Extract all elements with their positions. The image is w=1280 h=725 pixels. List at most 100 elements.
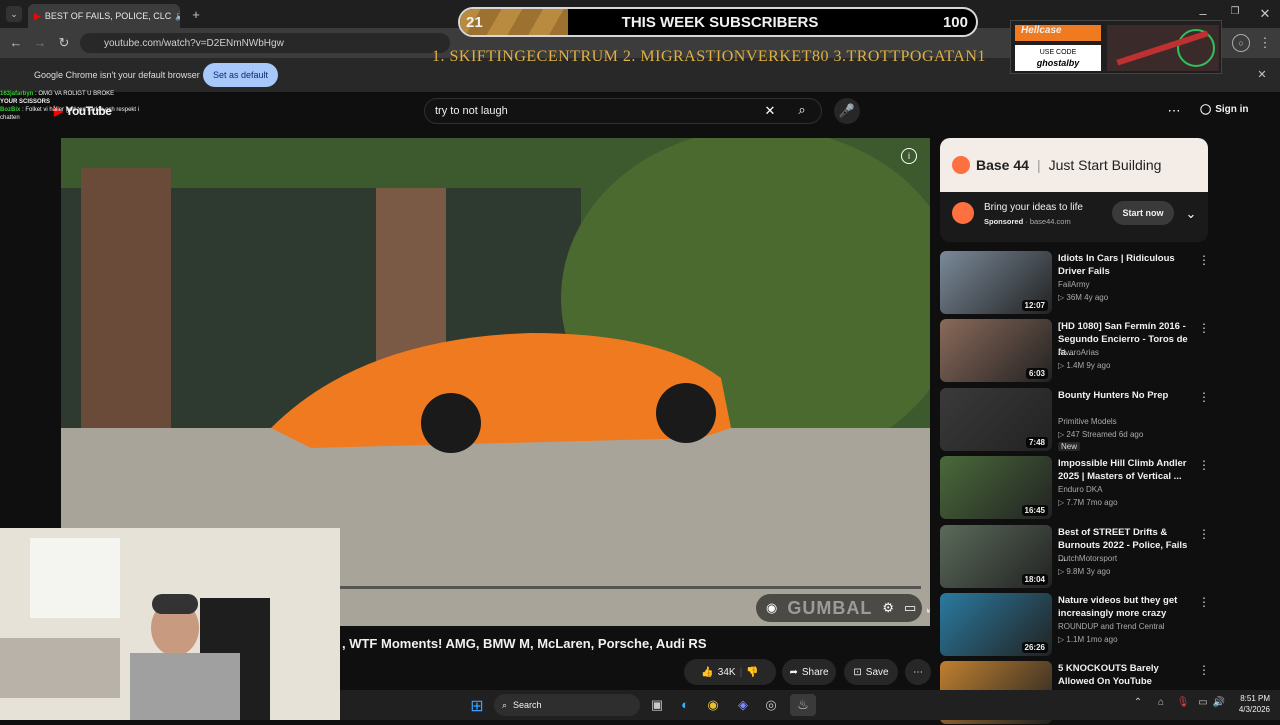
- webcam-overlay: [0, 528, 340, 720]
- channel-name[interactable]: Enduro DKA: [1058, 485, 1102, 494]
- video-thumbnail[interactable]: 18:04: [940, 525, 1052, 588]
- ad-expand-icon[interactable]: ⌄: [1184, 206, 1198, 222]
- dislike-icon[interactable]: 👎: [746, 667, 758, 678]
- clock[interactable]: 8:51 PM 4/3/2026: [1230, 693, 1270, 715]
- tab-audio-icon[interactable]: 🔊: [175, 11, 180, 22]
- video-title: , WTF Moments! AMG, BMW M, McLaren, Pors…: [342, 636, 707, 651]
- subscriber-goal-bar: 21 THIS WEEK SUBSCRIBERS 100: [458, 7, 978, 37]
- settings-gear-icon[interactable]: ⚙: [882, 600, 894, 616]
- new-badge: New: [1058, 442, 1081, 451]
- rifle-skin-image: [1107, 25, 1219, 71]
- tab-search-button[interactable]: ⌄: [6, 6, 22, 22]
- more-options-icon[interactable]: ⋮: [1198, 595, 1210, 609]
- infobar-close-icon[interactable]: ✕: [1256, 68, 1268, 81]
- more-options-icon[interactable]: ⋮: [1198, 458, 1210, 472]
- subscriber-goal-target: 100: [942, 14, 968, 31]
- recommended-video[interactable]: 12:07 Idiots In Cars | Ridiculous Driver …: [940, 251, 1270, 315]
- settings-dots-icon[interactable]: ⋯: [1166, 103, 1182, 119]
- start-now-button[interactable]: Start now: [1112, 201, 1174, 225]
- more-options-icon[interactable]: ⋮: [1198, 253, 1210, 267]
- taskbar-search[interactable]: ⌕ Search: [494, 694, 640, 716]
- more-actions-button[interactable]: ⋯: [905, 659, 931, 685]
- discord-icon[interactable]: ◈: [736, 697, 750, 713]
- share-label: Share: [801, 666, 829, 678]
- autoplay-toggle-icon[interactable]: ◉: [766, 600, 777, 616]
- promo-code: ghostalby: [1036, 58, 1080, 68]
- display-icon[interactable]: ▭: [1196, 697, 1210, 708]
- tab-title: BEST OF FAILS, POLICE, CLC: [44, 11, 172, 21]
- back-icon[interactable]: ←: [8, 35, 24, 50]
- forward-icon[interactable]: →: [32, 35, 48, 50]
- use-code-label: USE CODE: [1039, 49, 1077, 56]
- menu-icon[interactable]: ⋮: [1258, 35, 1272, 51]
- more-options-icon[interactable]: ⋮: [1198, 390, 1210, 404]
- recommended-video[interactable]: 7:48 Bounty Hunters No Prep Primitive Mode…: [940, 388, 1270, 452]
- chrome-icon[interactable]: ◉: [706, 697, 720, 713]
- miniplayer-icon[interactable]: ▭: [904, 600, 916, 616]
- address-bar[interactable]: youtube.com/watch?v=D2ENmNWbHgw: [80, 33, 450, 53]
- sponsored-ad[interactable]: Base 44 | Just Start Building Bring your…: [940, 138, 1208, 242]
- recommended-video[interactable]: 26:26 Nature videos but they get increasi…: [940, 593, 1270, 657]
- edge-icon[interactable]: ◐: [678, 697, 692, 712]
- more-options-icon[interactable]: ⋮: [1198, 527, 1210, 541]
- channel-name[interactable]: FailArmy: [1058, 280, 1090, 289]
- minimize-button[interactable]: –: [1196, 6, 1210, 21]
- channel-name[interactable]: ÁlvaroArias: [1058, 348, 1099, 357]
- recommended-video-title[interactable]: Idiots In Cars | Ridiculous Driver Fails: [1058, 252, 1188, 278]
- channel-name[interactable]: Primitive Models: [1058, 417, 1117, 426]
- video-meta: ▷ 247 Streamed 6d ago: [1058, 430, 1144, 439]
- clear-search-icon[interactable]: ✕: [762, 103, 778, 119]
- steam-icon[interactable]: ♨: [790, 694, 816, 716]
- obs-icon[interactable]: ◎: [764, 697, 778, 713]
- tray-overflow-icon[interactable]: ⌃: [1132, 697, 1144, 708]
- video-thumbnail[interactable]: 6:03: [940, 319, 1052, 382]
- video-duration: 26:26: [1021, 642, 1048, 653]
- more-options-icon[interactable]: ⋮: [1198, 321, 1210, 335]
- video-thumbnail[interactable]: 26:26: [940, 593, 1052, 656]
- video-thumbnail[interactable]: 12:07: [940, 251, 1052, 314]
- recommended-video-title[interactable]: 5 KNOCKOUTS Barely Allowed On YouTube: [1058, 662, 1188, 688]
- recommended-video-title[interactable]: Bounty Hunters No Prep: [1058, 389, 1188, 402]
- profile-icon[interactable]: ○: [1232, 34, 1250, 52]
- recommended-video[interactable]: 16:45 Impossible Hill Climb Andler 2025 |…: [940, 456, 1270, 520]
- recommended-video[interactable]: 6:03 [HD 1080] San Fermín 2016 - Segundo …: [940, 319, 1270, 383]
- video-meta: ▷ 9.8M 3y ago: [1058, 567, 1111, 576]
- set-default-button[interactable]: Set as default: [203, 63, 278, 87]
- chat-message: YOUR SCISSORS: [0, 98, 140, 106]
- search-value: try to not laugh: [435, 105, 508, 117]
- mic-tray-icon[interactable]: 🎙: [1176, 697, 1190, 708]
- video-thumbnail[interactable]: 7:48: [940, 388, 1052, 451]
- volume-icon[interactable]: 🔊: [1212, 697, 1226, 708]
- recommended-video[interactable]: 18:04 Best of STREET Drifts & Burnouts 20…: [940, 525, 1270, 589]
- taskbar-search-label: Search: [513, 700, 542, 710]
- new-tab-button[interactable]: +: [188, 6, 204, 22]
- ad-headline: Bring your ideas to life: [984, 202, 1083, 213]
- close-window-button[interactable]: ✕: [1258, 6, 1272, 22]
- player-controls: ◉ GUMBAL ⚙ ▭ ⤢: [756, 594, 930, 622]
- windows-start-icon[interactable]: ⊞: [468, 696, 486, 716]
- more-options-icon[interactable]: ⋮: [1198, 663, 1210, 677]
- like-icon[interactable]: 👍: [701, 667, 713, 678]
- fullscreen-icon[interactable]: ⤢: [926, 600, 930, 616]
- save-button[interactable]: ⊡ Save: [844, 659, 898, 685]
- info-icon[interactable]: i: [901, 148, 917, 164]
- channel-name[interactable]: DutchMotorsport: [1058, 554, 1117, 563]
- microphone-icon[interactable]: 🎤: [834, 98, 860, 124]
- chat-text: Folket vi håller god ton kärlek och resp…: [0, 107, 140, 121]
- task-view-icon[interactable]: ▣: [650, 697, 664, 713]
- chat-user: BozBix: [0, 107, 21, 113]
- share-button[interactable]: ➦ Share: [782, 659, 836, 685]
- like-count[interactable]: 34K: [718, 667, 736, 678]
- network-icon[interactable]: ⌂: [1154, 697, 1168, 708]
- channel-name[interactable]: ROUNDUP and Trend Central: [1058, 622, 1165, 631]
- recommended-video-title[interactable]: Impossible Hill Climb Andler 2025 | Mast…: [1058, 457, 1188, 483]
- reload-icon[interactable]: ↻: [56, 35, 72, 51]
- video-thumbnail[interactable]: 16:45: [940, 456, 1052, 519]
- top-subscribers-list: 1. SKIFTINGECENTRUM 2. MIGRASTIONVERKET8…: [432, 48, 986, 65]
- browser-tab[interactable]: ▶ BEST OF FAILS, POLICE, CLC 🔊 ✕: [28, 4, 180, 28]
- sign-in-button[interactable]: ◯ Sign in: [1200, 104, 1249, 115]
- maximize-button[interactable]: ❐: [1228, 6, 1242, 17]
- recommended-video-title[interactable]: Nature videos but they get increasingly …: [1058, 594, 1188, 620]
- video-meta: ▷ 7.7M 7mo ago: [1058, 498, 1118, 507]
- search-icon[interactable]: ⌕: [793, 102, 811, 118]
